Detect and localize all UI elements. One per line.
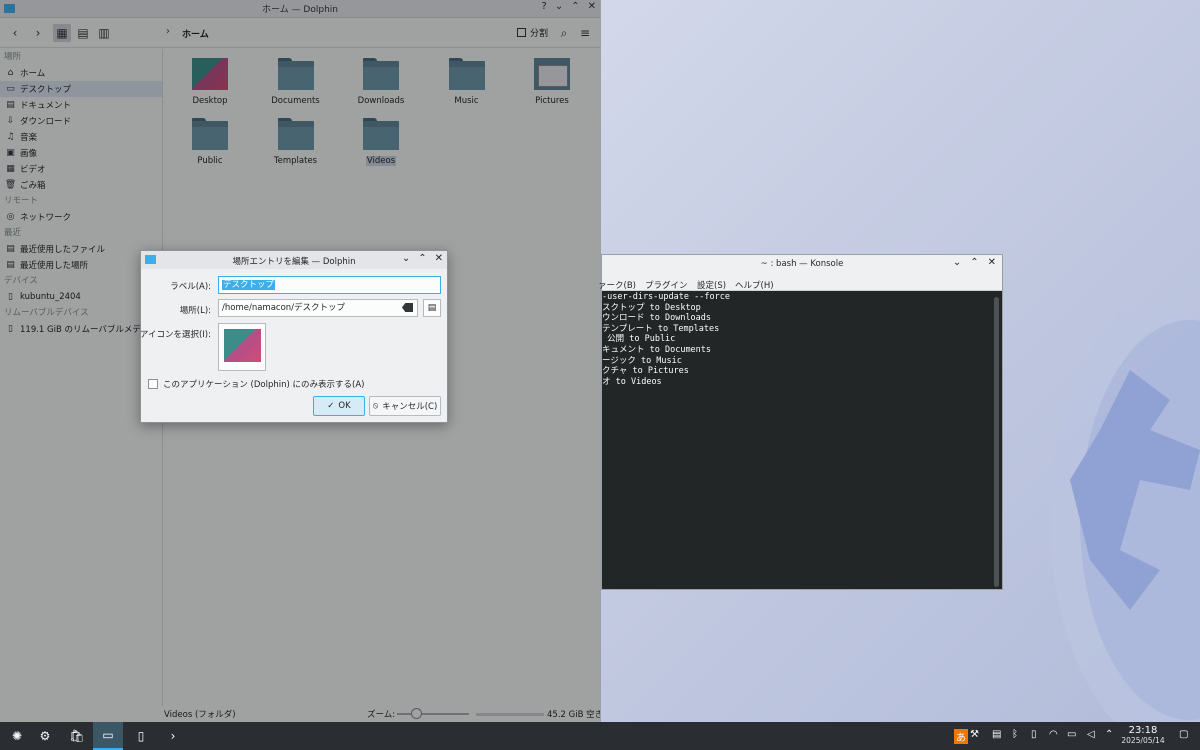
terminal-line: テンプレート to Templates	[602, 323, 720, 334]
minimize-button[interactable]: ⌄	[953, 257, 961, 268]
checkmark-icon: ✓	[327, 401, 335, 411]
dialog-titlebar: 場所エントリを編集 — Dolphin ⌄ ⌃ ✕	[141, 251, 447, 269]
ok-button[interactable]: ✓ OK	[313, 396, 365, 416]
browse-location-button[interactable]: ▤	[423, 299, 441, 317]
ok-label: OK	[338, 401, 351, 411]
terminal-line: ウンロード to Downloads	[602, 313, 712, 324]
konsole-menubar: ァーク(B) プラグイン 設定(S) ヘルプ(H)	[598, 273, 1002, 291]
clock[interactable]: 23:18 2025/05/14	[1118, 725, 1168, 745]
maximize-button[interactable]: ⌃	[418, 253, 426, 264]
app-launcher-icon[interactable]: ✺	[2, 722, 32, 750]
menu-plugins[interactable]: プラグイン	[645, 279, 688, 291]
close-button[interactable]: ✕	[435, 253, 443, 264]
minimize-button[interactable]: ⌄	[402, 253, 410, 264]
menu-help[interactable]: ヘルプ(H)	[735, 279, 774, 291]
terminal-output[interactable]: -user-dirs-update --force スクトップ to Deskto…	[602, 292, 992, 387]
icon-picker-button[interactable]	[218, 323, 266, 371]
usb-icon[interactable]: ▯	[1031, 729, 1037, 740]
menu-settings[interactable]: 設定(S)	[697, 279, 726, 291]
terminal-line: -user-dirs-update --force	[602, 292, 730, 302]
terminal-line: オ to Videos	[602, 376, 662, 387]
show-desktop-icon[interactable]: ▢	[1179, 729, 1188, 740]
menu-bookmarks[interactable]: ァーク(B)	[598, 279, 636, 291]
wifi-icon[interactable]: ◠	[1049, 729, 1058, 740]
terminal-line: キュメント to Documents	[602, 344, 712, 355]
discover-icon[interactable]: 🛍	[62, 722, 92, 750]
label-input-value: デスクトップ	[222, 280, 276, 290]
terminal-line: スクトップ to Desktop	[602, 302, 701, 313]
clock-date: 2025/05/14	[1121, 736, 1165, 745]
expand-tray-icon[interactable]: ⌃	[1105, 729, 1113, 740]
tools-icon[interactable]: ⚒	[970, 729, 979, 740]
location-caption: 場所(L):	[179, 306, 211, 316]
maximize-button[interactable]: ⌃	[970, 257, 978, 268]
clock-time: 23:18	[1128, 725, 1158, 736]
volume-icon[interactable]: ◁	[1087, 729, 1095, 740]
app-only-checkbox[interactable]	[148, 379, 158, 389]
clipboard-icon[interactable]: ▤	[992, 729, 1001, 740]
konsole-window: ~ : bash — Konsole ⌄ ⌃ ✕ ァーク(B) プラグイン 設定…	[598, 254, 1003, 590]
terminal-scrollbar[interactable]	[994, 297, 999, 587]
app-only-checkbox-label: このアプリケーション (Dolphin) にのみ表示する(A)	[163, 380, 365, 390]
konsole-title: ~ : bash — Konsole	[760, 259, 844, 269]
battery-icon[interactable]: ▭	[1067, 729, 1076, 740]
desktop-folder-icon	[224, 329, 261, 362]
konsole-titlebar: ~ : bash — Konsole ⌄ ⌃ ✕	[602, 255, 1002, 273]
cancel-icon: ⦸	[372, 401, 379, 411]
cancel-label: キャンセル(C)	[382, 402, 438, 412]
terminal-line: ージック to Music	[602, 355, 682, 366]
location-input-value: /home/namacon/デスクトップ	[222, 303, 346, 313]
app-only-checkbox-row[interactable]: このアプリケーション (Dolphin) にのみ表示する(A)	[148, 378, 364, 390]
document-open-icon: ▤	[427, 303, 437, 313]
wallpaper-decoration	[1050, 310, 1200, 722]
label-caption: ラベル(A):	[170, 282, 211, 292]
input-method-icon[interactable]: あ	[954, 729, 968, 744]
close-button[interactable]: ✕	[988, 257, 996, 268]
location-input[interactable]: /home/namacon/デスクトップ	[218, 299, 418, 317]
clear-text-icon[interactable]	[402, 303, 413, 312]
system-settings-icon[interactable]: ⚙	[30, 722, 60, 750]
icon-caption: アイコンを選択(I):	[139, 330, 211, 340]
cancel-button[interactable]: ⦸ キャンセル(C)	[369, 396, 441, 416]
kate-icon[interactable]: ▯	[126, 722, 156, 750]
label-input[interactable]: デスクトップ	[218, 276, 441, 294]
konsole-icon[interactable]: ›	[158, 722, 188, 750]
bluetooth-icon[interactable]: ᛒ	[1012, 729, 1018, 740]
dolphin-icon[interactable]: ▭	[93, 722, 123, 750]
terminal-line: 公開 to Public	[602, 334, 676, 345]
edit-place-dialog: 場所エントリを編集 — Dolphin ⌄ ⌃ ✕ ラベル(A): デスクトップ…	[140, 250, 448, 423]
terminal-line: クチャ to Pictures	[602, 366, 689, 377]
taskbar: 23:18 2025/05/14 ✺ ⚙ 🛍 ▭ ▯ › あ ⚒ ▤ ᛒ ▯ ◠ ▭ ◁ ⌃ ▢	[0, 722, 1200, 750]
